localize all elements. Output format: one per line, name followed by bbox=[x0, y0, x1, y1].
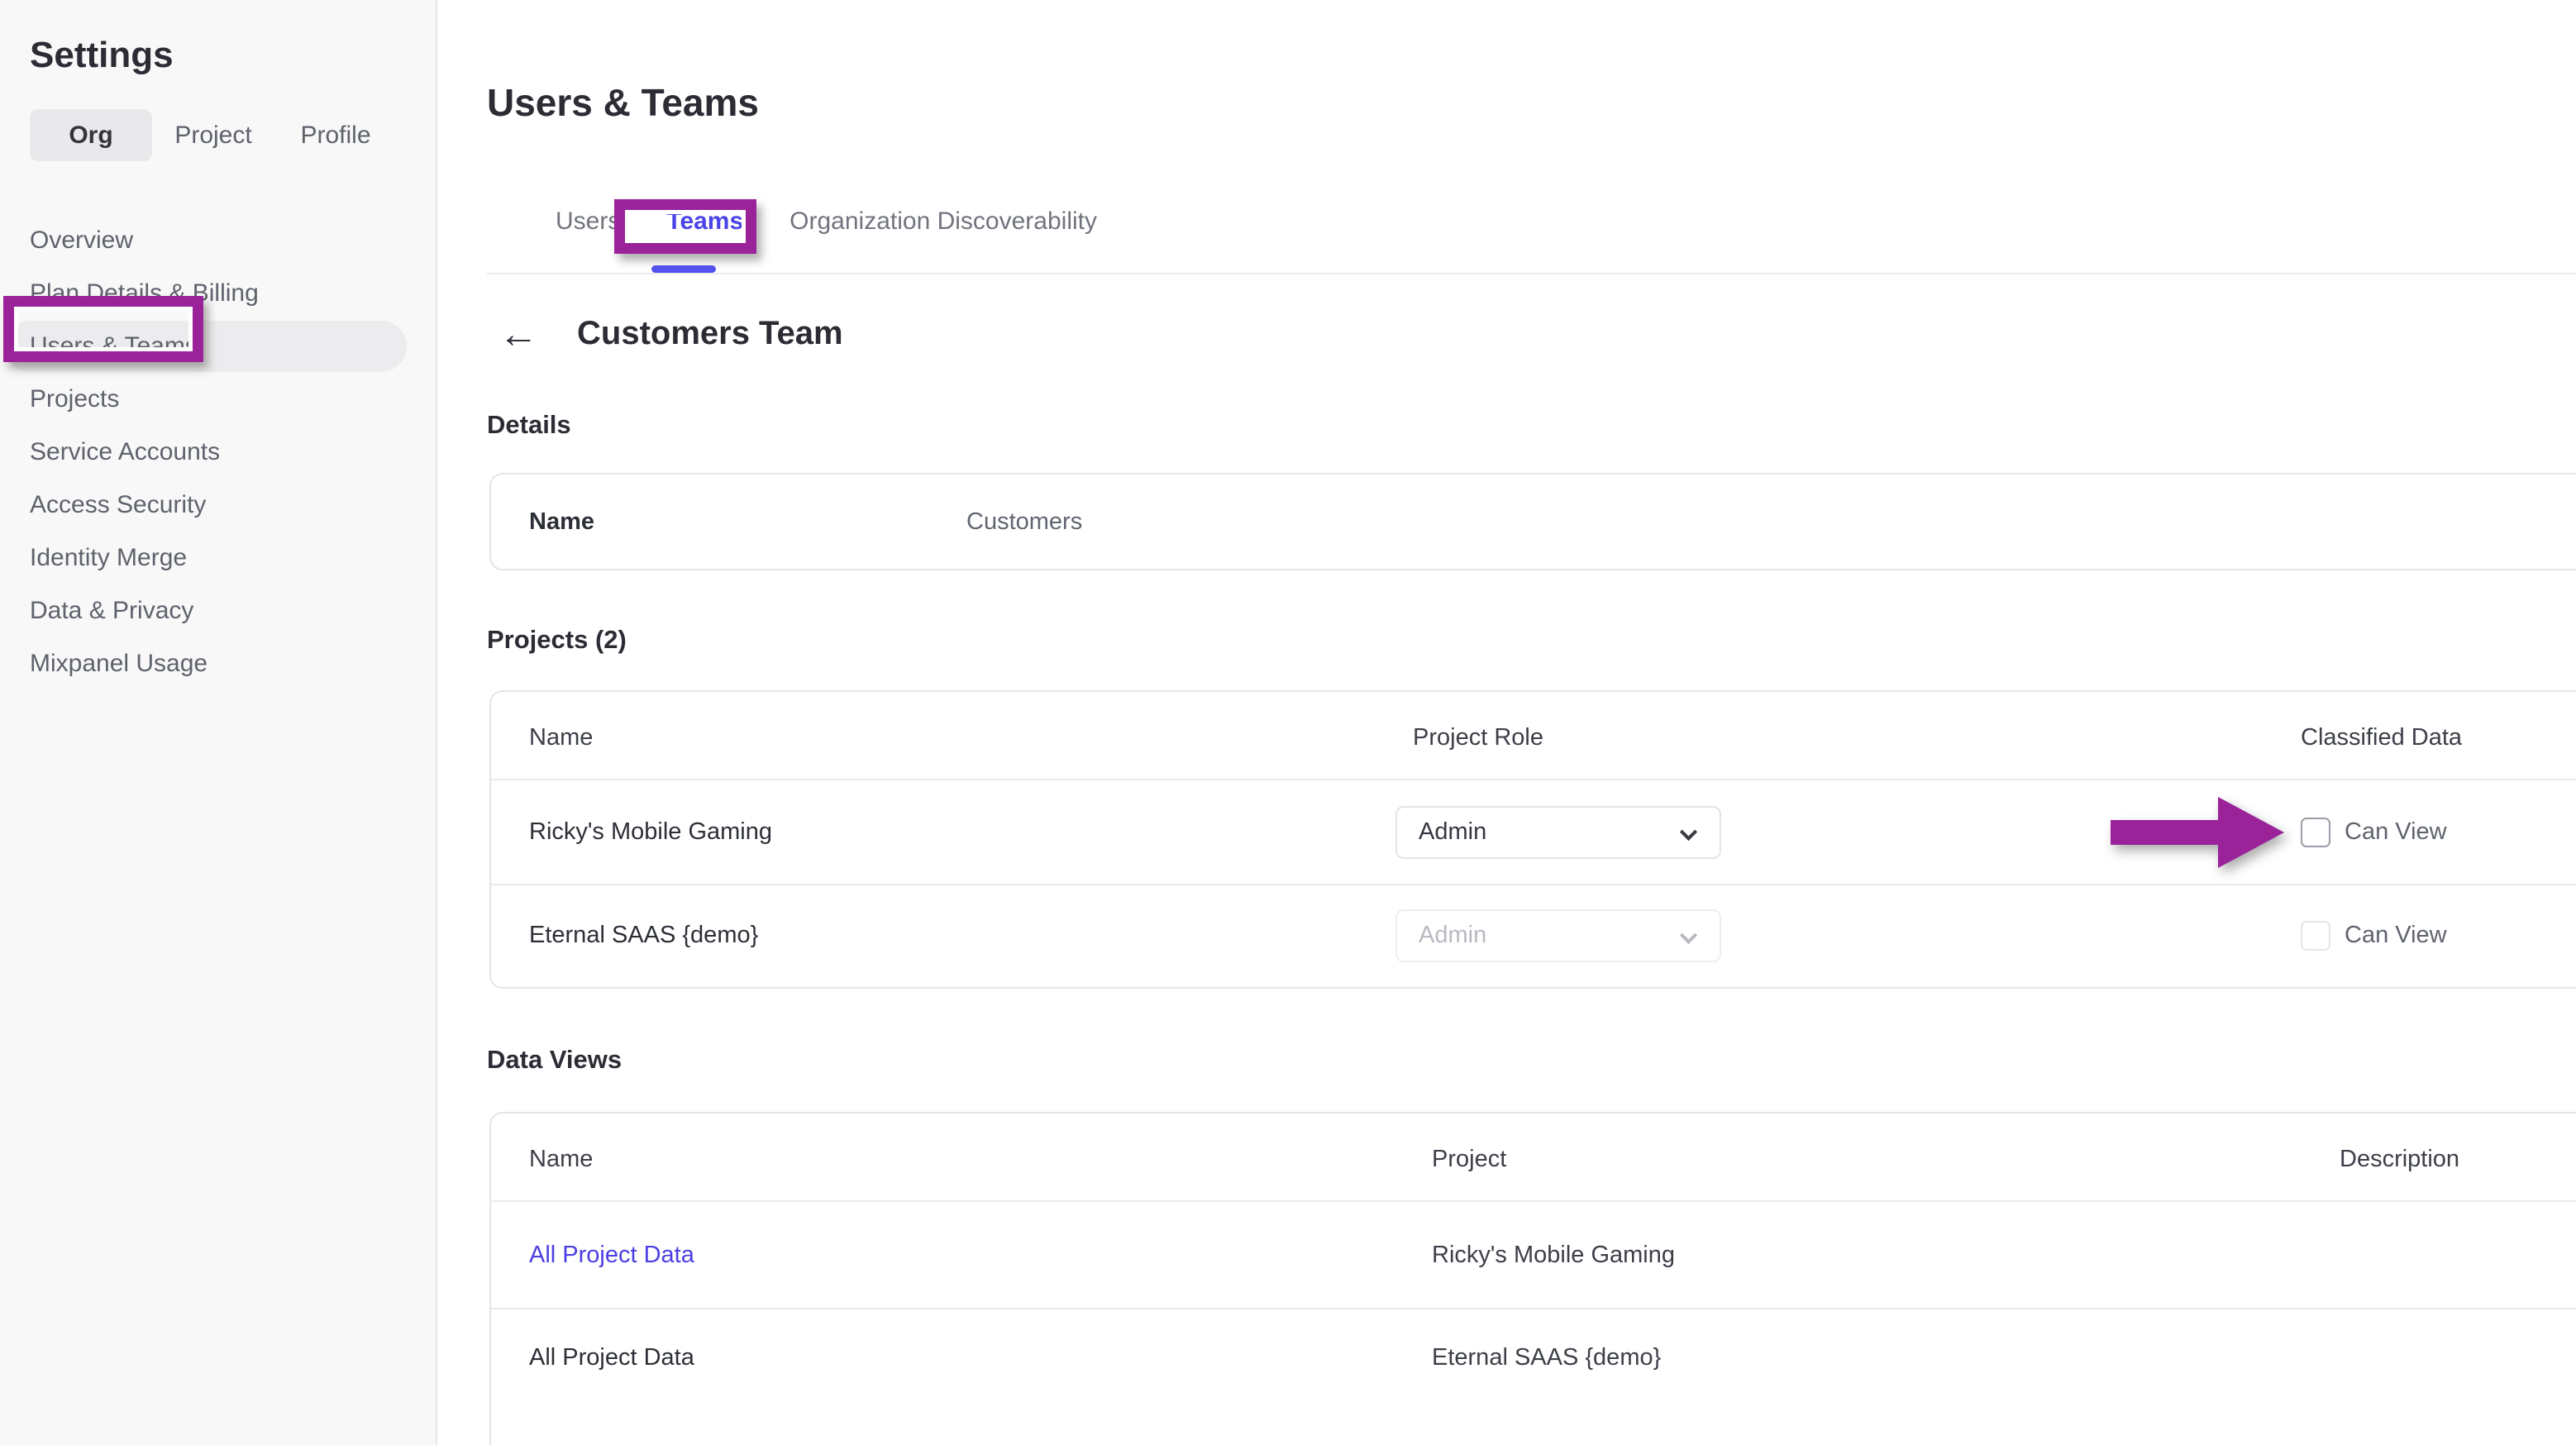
main-content: Users & Teams Users Teams Organization D… bbox=[437, 0, 2576, 1445]
team-title: Customers Team bbox=[577, 315, 843, 352]
project-role-dropdown-disabled: Admin bbox=[1395, 909, 1721, 962]
active-tab-indicator bbox=[651, 265, 716, 273]
data-views-col-description: Description bbox=[2340, 1146, 2459, 1173]
classified-data-checkbox[interactable] bbox=[2301, 818, 2330, 847]
sidebar-item-plan-details-billing[interactable]: Plan Details & Billing bbox=[30, 267, 436, 320]
projects-col-project-role: Project Role bbox=[1413, 724, 1543, 751]
projects-heading: Projects (2) bbox=[487, 625, 627, 655]
data-views-table-header: Name Project Description bbox=[491, 1114, 2576, 1202]
table-row: Ricky's Mobile Gaming Admin Can View bbox=[491, 780, 2576, 885]
sidebar-item-service-accounts[interactable]: Service Accounts bbox=[30, 426, 436, 479]
table-row: Eternal SAAS {demo} Admin Can View bbox=[491, 885, 2576, 985]
back-arrow-icon[interactable]: ← bbox=[499, 315, 538, 355]
sidebar-item-identity-merge[interactable]: Identity Merge bbox=[30, 532, 436, 584]
tab-organization-discoverability[interactable]: Organization Discoverability bbox=[766, 202, 1120, 241]
table-row: All Project Data Ricky's Mobile Gaming bbox=[491, 1202, 2576, 1309]
details-name-label: Name bbox=[529, 508, 594, 536]
details-card: Name Customers bbox=[489, 473, 2576, 570]
can-view-label: Can View bbox=[2345, 922, 2447, 949]
project-name: Eternal SAAS {demo} bbox=[529, 922, 758, 949]
details-row-name: Name Customers bbox=[491, 475, 2576, 569]
projects-col-name: Name bbox=[529, 724, 593, 751]
data-view-name-link[interactable]: All Project Data bbox=[529, 1242, 694, 1269]
chevron-down-icon bbox=[1680, 823, 1697, 840]
sidebar-item-projects[interactable]: Projects bbox=[30, 373, 436, 426]
data-view-project: Ricky's Mobile Gaming bbox=[1432, 1242, 1675, 1269]
scope-tab-org[interactable]: Org bbox=[30, 109, 152, 161]
sidebar-item-users-teams[interactable]: Users & Teams bbox=[30, 320, 436, 373]
tabs-divider bbox=[487, 273, 2576, 274]
sidebar-scope-tabs: Org Project Profile bbox=[30, 109, 436, 161]
users-teams-tabs: Users Teams Organization Discoverability bbox=[532, 202, 1120, 241]
project-name: Ricky's Mobile Gaming bbox=[529, 818, 772, 846]
details-heading: Details bbox=[487, 410, 571, 440]
tab-teams[interactable]: Teams bbox=[643, 202, 766, 241]
project-role-value: Admin bbox=[1419, 818, 1486, 846]
data-views-heading: Data Views bbox=[487, 1045, 622, 1075]
sidebar-nav: Overview Plan Details & Billing Users & … bbox=[30, 214, 436, 690]
settings-app: Settings Org Project Profile Overview Pl… bbox=[0, 0, 2576, 1445]
project-role-value: Admin bbox=[1419, 922, 1486, 949]
tab-users[interactable]: Users bbox=[532, 202, 643, 241]
chevron-down-icon bbox=[1680, 926, 1697, 943]
page-title: Users & Teams bbox=[487, 80, 759, 125]
projects-col-classified-data: Classified Data bbox=[2301, 724, 2462, 751]
data-view-name: All Project Data bbox=[529, 1344, 694, 1371]
settings-sidebar: Settings Org Project Profile Overview Pl… bbox=[0, 0, 437, 1445]
sidebar-item-mixpanel-usage[interactable]: Mixpanel Usage bbox=[30, 637, 436, 690]
data-view-project: Eternal SAAS {demo} bbox=[1432, 1344, 1661, 1371]
table-row: All Project Data Eternal SAAS {demo} bbox=[491, 1309, 2576, 1406]
sidebar-item-data-privacy[interactable]: Data & Privacy bbox=[30, 584, 436, 637]
data-views-col-name: Name bbox=[529, 1146, 593, 1173]
project-role-dropdown[interactable]: Admin bbox=[1395, 806, 1721, 859]
sidebar-item-overview[interactable]: Overview bbox=[30, 214, 436, 267]
classified-data-checkbox[interactable] bbox=[2301, 921, 2330, 951]
scope-tab-project[interactable]: Project bbox=[152, 109, 274, 161]
scope-tab-profile[interactable]: Profile bbox=[274, 109, 397, 161]
projects-table-header: Name Project Role Classified Data bbox=[491, 692, 2576, 780]
sidebar-title: Settings bbox=[30, 35, 436, 76]
details-name-value: Customers bbox=[966, 508, 1082, 536]
arrow-right-annotation bbox=[2111, 797, 2284, 868]
sidebar-item-access-security[interactable]: Access Security bbox=[30, 479, 436, 532]
projects-table: Name Project Role Classified Data Ricky'… bbox=[489, 690, 2576, 989]
data-views-table: Name Project Description All Project Dat… bbox=[489, 1112, 2576, 1445]
can-view-label: Can View bbox=[2345, 818, 2447, 846]
data-views-col-project: Project bbox=[1432, 1146, 1506, 1173]
